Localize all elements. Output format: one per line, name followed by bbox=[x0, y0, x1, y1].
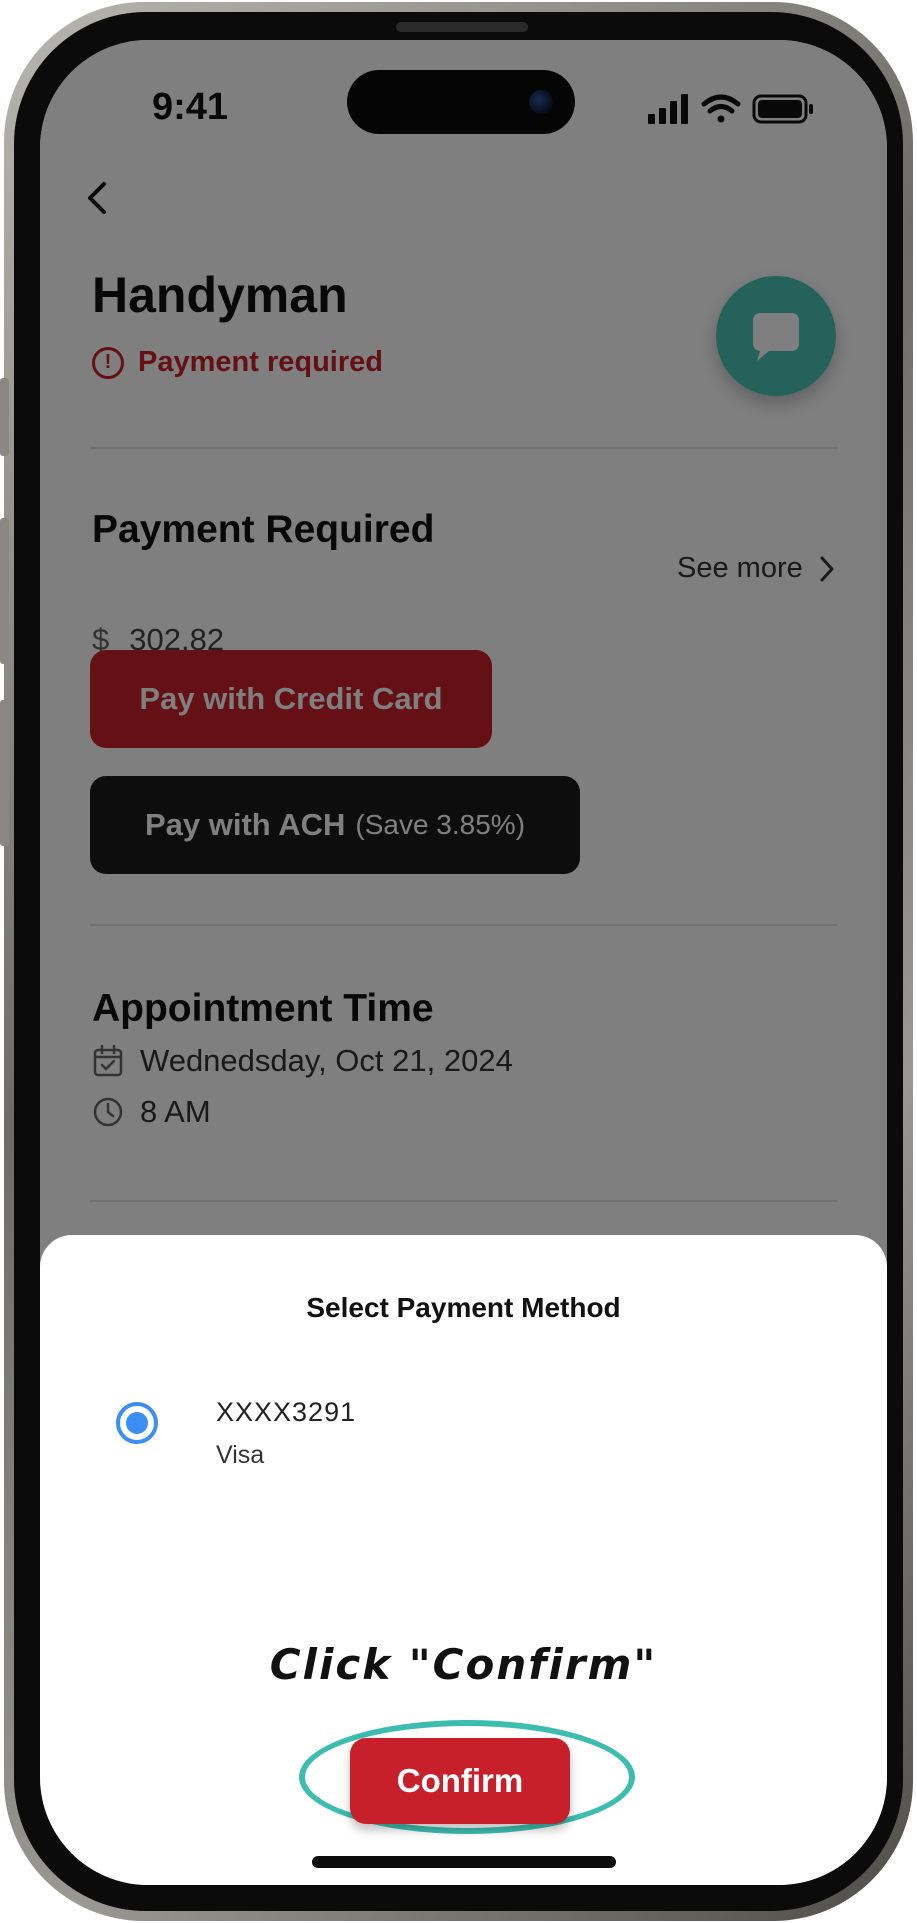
phone-side-button bbox=[0, 378, 9, 456]
home-indicator[interactable] bbox=[312, 1856, 616, 1868]
card-number: XXXX3291 bbox=[216, 1397, 357, 1427]
confirm-button[interactable]: Confirm bbox=[350, 1738, 570, 1824]
phone-speaker bbox=[396, 22, 528, 32]
radio-selected-dot bbox=[126, 1412, 148, 1434]
phone-side-button bbox=[0, 518, 9, 664]
instruction-annotation: Click "Confirm" bbox=[269, 1640, 658, 1689]
sheet-title: Select Payment Method bbox=[306, 1292, 621, 1323]
card-brand: Visa bbox=[216, 1441, 265, 1469]
phone-side-button bbox=[0, 700, 9, 846]
phone-screen: 9:41 Handyman ! Payment required bbox=[40, 40, 887, 1885]
payment-method-radio[interactable] bbox=[116, 1402, 158, 1444]
